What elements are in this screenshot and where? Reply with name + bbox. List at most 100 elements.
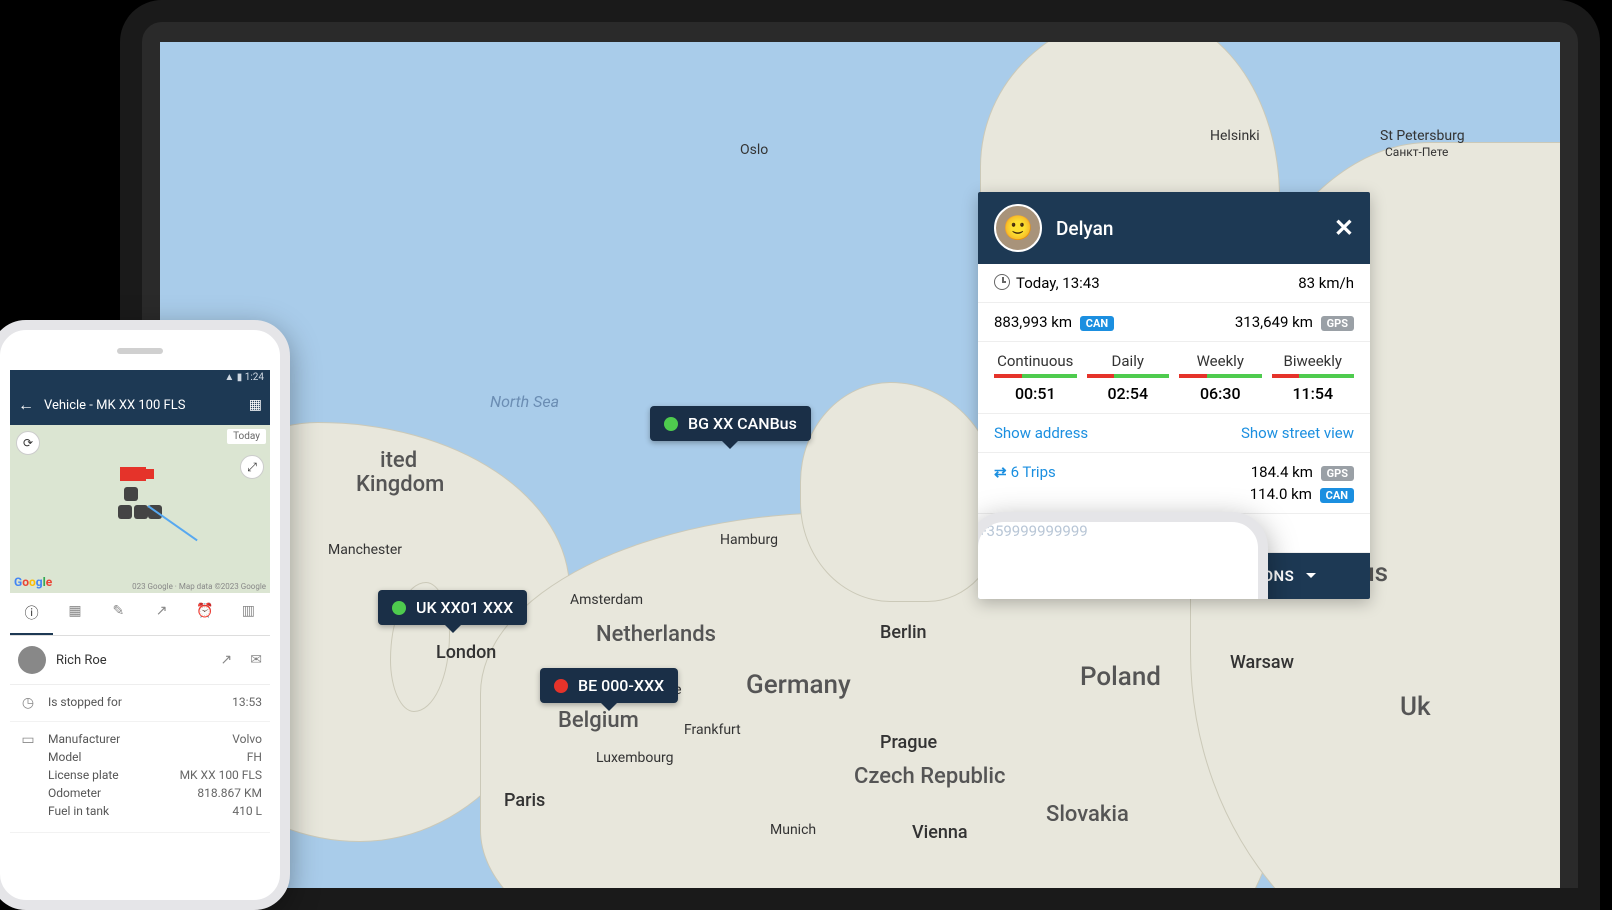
vehicle-pin-bg[interactable]: BG XX CANBus bbox=[650, 406, 811, 441]
phone-driver-name: Rich Roe bbox=[56, 653, 203, 668]
k-fuel: Fuel in tank bbox=[48, 804, 109, 818]
badge-gps: GPS bbox=[1321, 466, 1354, 481]
card-odometers: 883,993 km CAN 313,649 km GPS bbox=[978, 303, 1370, 342]
waypoint-marker bbox=[124, 487, 138, 501]
vehicle-icon: ▭ bbox=[18, 732, 38, 748]
city-london: London bbox=[436, 642, 496, 663]
country-ited: ited bbox=[380, 448, 417, 473]
clock-icon bbox=[994, 274, 1010, 290]
driver-avatar-small[interactable] bbox=[18, 646, 46, 674]
city-paris: Paris bbox=[504, 790, 545, 811]
card-stats: Continuous 00:51 Daily 02:54 Weekly bbox=[978, 342, 1370, 414]
country-belgium: Belgium bbox=[558, 708, 639, 733]
city-warsaw: Warsaw bbox=[1230, 652, 1294, 673]
stopped-label: Is stopped for bbox=[48, 695, 222, 709]
country-netherlands: Netherlands bbox=[596, 622, 716, 647]
city-oslo: Oslo bbox=[740, 142, 768, 158]
expand-icon[interactable]: ⤢ bbox=[240, 455, 264, 479]
laptop-screen: North Sea Oslo Stockholm Helsinki St Pet… bbox=[160, 42, 1560, 888]
country-uk2: Uk bbox=[1400, 692, 1431, 722]
tab-route[interactable]: ✎ bbox=[97, 593, 140, 635]
status-dot-green bbox=[392, 601, 406, 615]
tab-stats[interactable]: ▥ bbox=[227, 593, 270, 635]
stat-label: Biweekly bbox=[1272, 352, 1355, 370]
stat-label: Weekly bbox=[1179, 352, 1262, 370]
odo-gps: 313,649 km bbox=[1235, 313, 1313, 331]
close-icon[interactable]: ✕ bbox=[1334, 214, 1354, 242]
country-czech: Czech Republic bbox=[854, 764, 1006, 789]
country-uk: Kingdom bbox=[356, 472, 444, 497]
phone-stopped-row: ◷ Is stopped for 13:53 bbox=[10, 685, 270, 722]
show-address-link[interactable]: Show address bbox=[994, 424, 1088, 442]
waypoint-marker bbox=[118, 505, 132, 519]
today-chip[interactable]: Today bbox=[227, 429, 266, 444]
driver-name: Delyan bbox=[1056, 217, 1113, 240]
driver-card: 🙂 Delyan +359999999999 ✕ Today, 13:43 83… bbox=[978, 192, 1370, 599]
status-dot-green bbox=[664, 417, 678, 431]
waypoint-marker bbox=[134, 505, 148, 519]
card-trips: ⇄6 Trips 184.4 km GPS 114.0 km CAN bbox=[978, 453, 1370, 514]
phone-screen: ▲ ▮ 1:24 ← Vehicle - MK XX 100 FLS ▦ Tod… bbox=[10, 370, 270, 890]
driver-avatar[interactable]: 🙂 bbox=[994, 204, 1042, 252]
badge-can: CAN bbox=[1320, 488, 1354, 503]
city-frankfurt: Frankfurt bbox=[684, 722, 741, 738]
time-label: Today, 13:43 bbox=[1016, 274, 1100, 292]
country-poland: Poland bbox=[1080, 662, 1161, 692]
city-berlin: Berlin bbox=[880, 622, 927, 643]
show-street-link[interactable]: Show street view bbox=[1241, 424, 1354, 442]
phone-details-row: ▭ ManufacturerVolvo ModelFH License plat… bbox=[10, 722, 270, 833]
city-hamburg: Hamburg bbox=[720, 532, 778, 548]
pin-label: BE 000-XXX bbox=[578, 676, 664, 695]
vehicle-pin-uk[interactable]: UK XX01 XXX bbox=[378, 590, 527, 625]
tab-share[interactable]: ↗ bbox=[140, 593, 183, 635]
pin-label: UK XX01 XXX bbox=[416, 598, 513, 617]
laptop-device: North Sea Oslo Stockholm Helsinki St Pet… bbox=[120, 0, 1600, 910]
phone-status-bar: ▲ ▮ 1:24 bbox=[10, 370, 270, 385]
map[interactable]: North Sea Oslo Stockholm Helsinki St Pet… bbox=[160, 42, 1560, 888]
badge-gps: GPS bbox=[1321, 316, 1354, 331]
city-manchester: Manchester bbox=[328, 542, 402, 558]
stat-continuous: Continuous 00:51 bbox=[994, 352, 1077, 403]
tab-calendar[interactable]: ▦ bbox=[53, 593, 96, 635]
stat-daily: Daily 02:54 bbox=[1087, 352, 1170, 403]
caret-down-icon bbox=[1306, 573, 1316, 583]
city-prague: Prague bbox=[880, 732, 937, 753]
stat-value: 06:30 bbox=[1179, 384, 1262, 403]
speed-value: 83 km/h bbox=[1298, 274, 1354, 292]
camera-dot bbox=[855, 11, 865, 21]
v-plate: MK XX 100 FLS bbox=[180, 768, 262, 782]
stopped-value: 13:53 bbox=[232, 695, 262, 709]
stat-biweekly: Biweekly 11:54 bbox=[1272, 352, 1355, 403]
stat-label: Daily bbox=[1087, 352, 1170, 370]
stat-value: 11:54 bbox=[1272, 384, 1355, 403]
phone-driver-row: Rich Roe ↗ ✉ bbox=[10, 636, 270, 685]
phone-map[interactable]: Today ⟳ ⤢ Google 023 Google · Map data ©… bbox=[10, 425, 270, 593]
card-time-speed: Today, 13:43 83 km/h bbox=[978, 264, 1370, 303]
google-logo: Google bbox=[14, 575, 52, 589]
tab-alarm[interactable]: ⏰ bbox=[183, 593, 226, 635]
truck-icon bbox=[120, 467, 146, 481]
driver-phone[interactable]: +359999999999 bbox=[978, 512, 1268, 599]
driver-card-header: 🙂 Delyan +359999999999 ✕ bbox=[978, 192, 1370, 264]
trips-link[interactable]: ⇄6 Trips bbox=[994, 463, 1056, 481]
refresh-icon[interactable]: ⟳ bbox=[16, 431, 40, 455]
country-germany: Germany bbox=[746, 670, 851, 700]
calendar-icon[interactable]: ▦ bbox=[249, 397, 262, 413]
trips-gps: 184.4 km bbox=[1251, 463, 1313, 481]
k-odo: Odometer bbox=[48, 786, 101, 800]
mail-icon[interactable]: ✉ bbox=[250, 652, 262, 668]
map-attribution: 023 Google · Map data ©2023 Google bbox=[132, 582, 266, 591]
sea-label: North Sea bbox=[490, 392, 559, 411]
tab-info[interactable]: ⓘ bbox=[10, 593, 53, 635]
trips-can: 114.0 km bbox=[1250, 485, 1312, 503]
card-links: Show address Show street view bbox=[978, 414, 1370, 453]
phone-tabs: ⓘ ▦ ✎ ↗ ⏰ ▥ bbox=[10, 593, 270, 636]
share-icon[interactable]: ↗ bbox=[221, 652, 233, 668]
v-odo: 818.867 KM bbox=[197, 786, 262, 800]
city-vienna: Vienna bbox=[912, 822, 968, 843]
city-stpetersburg-ru: Санкт-Пете bbox=[1385, 145, 1448, 159]
vehicle-pin-be[interactable]: BE 000-XXX bbox=[540, 668, 678, 703]
odo-can: 883,993 km bbox=[994, 313, 1072, 331]
back-icon[interactable]: ← bbox=[18, 395, 34, 415]
badge-can: CAN bbox=[1080, 316, 1114, 331]
